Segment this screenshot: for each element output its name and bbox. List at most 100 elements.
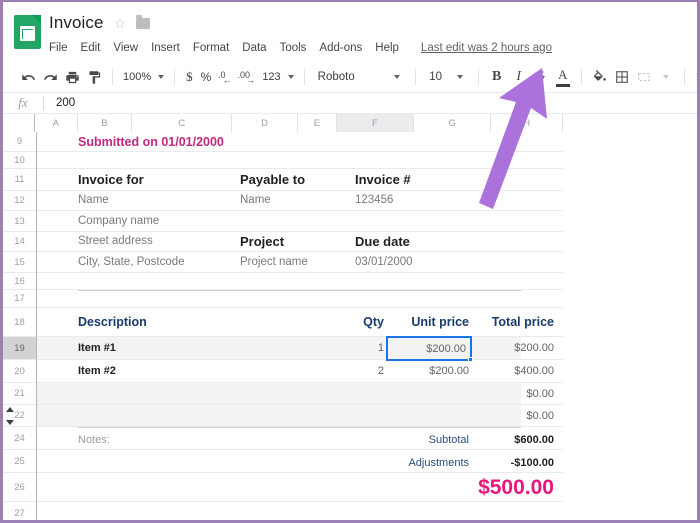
column-header-f[interactable]: F: [337, 114, 414, 132]
column-header-b[interactable]: B: [78, 114, 133, 132]
bold-button[interactable]: B: [486, 65, 508, 89]
table-header-qty[interactable]: Qty: [327, 307, 384, 336]
table-row[interactable]: $0.00: [474, 405, 554, 426]
row-header-27[interactable]: 27: [3, 502, 36, 520]
cell-due-date-heading[interactable]: Due date: [355, 231, 485, 251]
menu-help[interactable]: Help: [375, 42, 399, 54]
menu-edit[interactable]: Edit: [81, 42, 101, 54]
table-header-description[interactable]: Description: [78, 307, 248, 336]
row-header-9[interactable]: 9: [3, 132, 36, 152]
font-family-selector[interactable]: Roboto: [312, 71, 386, 83]
font-family-chevron[interactable]: [386, 65, 408, 89]
more-formats-button[interactable]: 123: [259, 71, 296, 83]
cell-project-heading[interactable]: Project: [240, 231, 370, 251]
table-row[interactable]: $400.00: [474, 360, 554, 382]
row-header-20[interactable]: 20: [3, 360, 36, 383]
row-header-16[interactable]: 16: [3, 273, 36, 290]
table-header-unit-price[interactable]: Unit price: [389, 307, 469, 336]
move-to-folder-icon[interactable]: [136, 18, 150, 29]
decrease-decimal-button[interactable]: .0←: [215, 65, 237, 89]
row-header-22[interactable]: 22: [3, 405, 36, 427]
selection-fill-handle[interactable]: [468, 357, 473, 362]
table-row[interactable]: $200.00: [474, 337, 554, 359]
page-title[interactable]: Invoice: [49, 13, 104, 33]
cell-invoice-for-company[interactable]: Company name: [78, 210, 238, 231]
font-size-chevron[interactable]: [449, 65, 471, 89]
table-header-total-price[interactable]: Total price: [474, 307, 554, 336]
horizontal-align-icon[interactable]: [692, 65, 700, 89]
cell-invoice-for-heading[interactable]: Invoice for: [78, 168, 238, 190]
menu-tools[interactable]: Tools: [280, 42, 307, 54]
strikethrough-button[interactable]: S: [530, 65, 552, 89]
row-header-10[interactable]: 10: [3, 152, 36, 169]
zoom-selector[interactable]: 100%: [120, 71, 167, 83]
row-header-19[interactable]: 19: [3, 337, 36, 360]
borders-icon[interactable]: [611, 65, 633, 89]
row-header-12[interactable]: 12: [3, 191, 36, 211]
row-header-17[interactable]: 17: [3, 290, 36, 308]
row-header-15[interactable]: 15: [3, 252, 36, 273]
table-row[interactable]: 2: [327, 360, 384, 382]
text-color-button[interactable]: A: [552, 65, 574, 89]
column-header-g[interactable]: G: [414, 114, 491, 132]
column-header-row: A B C D E F G H: [3, 114, 563, 132]
menu-insert[interactable]: Insert: [151, 42, 180, 54]
star-icon[interactable]: ☆: [114, 16, 127, 30]
row-header-18[interactable]: 18: [3, 308, 36, 337]
row-header-24[interactable]: 24: [3, 427, 36, 450]
column-header-c[interactable]: C: [132, 114, 232, 132]
row-header-25[interactable]: 25: [3, 450, 36, 473]
merge-cells-icon[interactable]: [633, 65, 655, 89]
column-header-h[interactable]: H: [491, 114, 563, 132]
cell-invoice-number-value[interactable]: 123456: [355, 190, 485, 210]
paint-format-icon[interactable]: [83, 65, 105, 89]
cell-adjustments-label[interactable]: Adjustments: [367, 451, 469, 474]
table-row[interactable]: Item #2: [78, 360, 248, 382]
table-row[interactable]: $0.00: [474, 383, 554, 404]
last-edit-status[interactable]: Last edit was 2 hours ago: [421, 42, 552, 54]
menu-format[interactable]: Format: [193, 42, 229, 54]
column-header-d[interactable]: D: [232, 114, 298, 132]
cell-invoice-number-heading[interactable]: Invoice #: [355, 168, 485, 190]
cell-invoice-for-street[interactable]: Street address: [78, 231, 238, 251]
fill-color-icon[interactable]: [589, 65, 611, 89]
menu-view[interactable]: View: [113, 42, 138, 54]
formula-input[interactable]: 200: [44, 97, 697, 109]
cell-payable-to-name[interactable]: Name: [240, 190, 370, 210]
menu-addons[interactable]: Add-ons: [319, 42, 362, 54]
percent-format-button[interactable]: %: [197, 70, 216, 84]
cell-invoice-for-name[interactable]: Name: [78, 190, 238, 210]
increase-decimal-button[interactable]: .00→: [237, 65, 259, 89]
row-header-14[interactable]: 14: [3, 232, 36, 252]
row-header-26[interactable]: 26: [3, 473, 36, 502]
merge-cells-chevron[interactable]: [655, 65, 677, 89]
row-header-11[interactable]: 11: [3, 169, 36, 191]
cell-due-date-value[interactable]: 03/01/2000: [355, 251, 485, 272]
table-row[interactable]: 1: [327, 337, 384, 359]
menu-file[interactable]: File: [49, 42, 68, 54]
cell-subtotal-value[interactable]: $600.00: [474, 428, 554, 451]
undo-icon[interactable]: [17, 65, 39, 89]
table-row[interactable]: Item #1: [78, 337, 248, 359]
font-size-selector[interactable]: 10: [423, 71, 449, 83]
cell-subtotal-label[interactable]: Subtotal: [367, 428, 469, 451]
cell-submitted-on[interactable]: Submitted on 01/01/2000: [78, 132, 318, 151]
print-icon[interactable]: [61, 65, 83, 89]
italic-button[interactable]: I: [508, 65, 530, 89]
cell-invoice-for-city[interactable]: City, State, Postcode: [78, 251, 248, 272]
column-header-e[interactable]: E: [298, 114, 337, 132]
column-header-a[interactable]: A: [35, 114, 77, 132]
cell-notes-label[interactable]: Notes:: [78, 428, 198, 451]
row-header-21[interactable]: 21: [3, 383, 36, 405]
table-row[interactable]: $200.00: [389, 360, 469, 382]
select-all-corner[interactable]: [3, 114, 35, 132]
row-header-13[interactable]: 13: [3, 211, 36, 232]
redo-icon[interactable]: [39, 65, 61, 89]
cell-adjustments-value[interactable]: -$100.00: [474, 451, 554, 474]
cell-project-name[interactable]: Project name: [240, 251, 370, 272]
cell-payable-to-heading[interactable]: Payable to: [240, 168, 370, 190]
currency-format-button[interactable]: $: [182, 69, 197, 85]
cell-grand-total[interactable]: $500.00: [427, 474, 554, 502]
menu-data[interactable]: Data: [242, 42, 266, 54]
formula-bar: fx 200: [3, 92, 697, 114]
